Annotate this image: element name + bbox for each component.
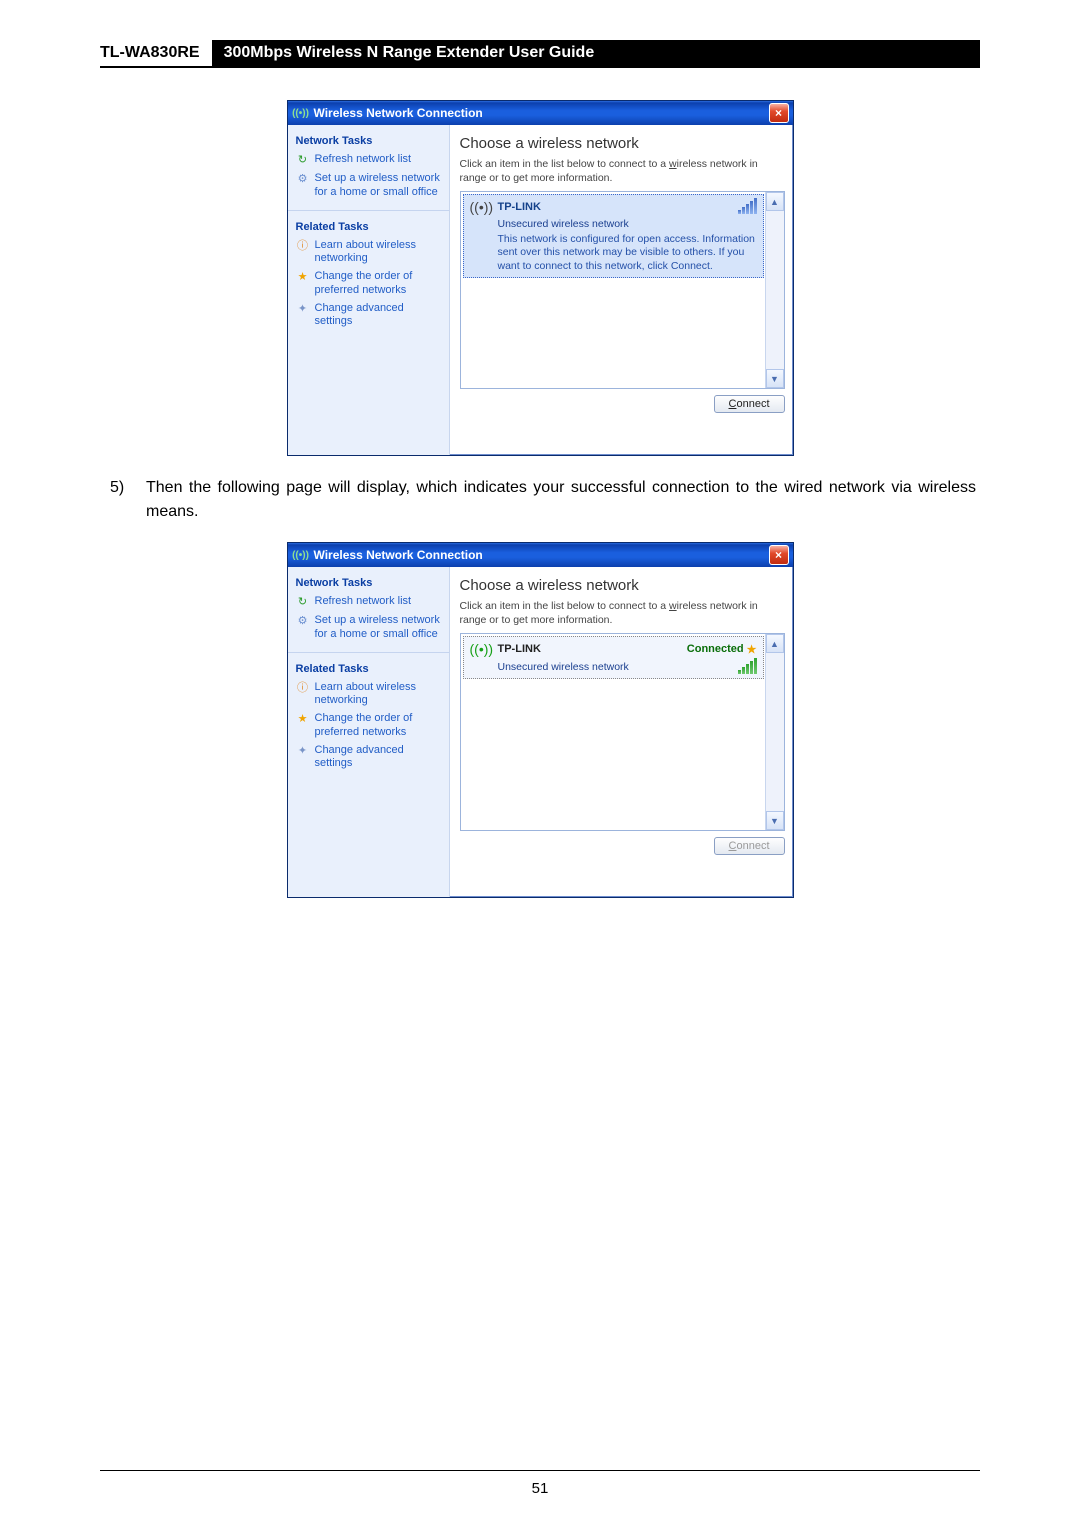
scroll-down-icon[interactable]: ▼ [766, 811, 784, 830]
choose-heading: Choose a wireless network [460, 577, 785, 594]
advanced-link[interactable]: ✦ Change advanced settings [296, 302, 441, 330]
network-tasks-heading: Network Tasks [296, 577, 441, 589]
signal-bars-icon [738, 200, 757, 214]
network-list: ((•)) TP-LINK Connected★ Unsecured wirel… [460, 633, 785, 831]
advanced-link[interactable]: ✦ Change advanced settings [296, 744, 441, 772]
wireless-window-2: ((•)) Wireless Network Connection × Netw… [287, 542, 794, 898]
choose-sub: Click an item in the list below to conne… [460, 158, 785, 185]
scrollbar[interactable]: ▲ ▼ [765, 634, 784, 830]
scroll-up-icon[interactable]: ▲ [766, 634, 784, 653]
network-open-info: This network is configured for open acce… [498, 233, 757, 272]
header-rule [100, 66, 980, 68]
related-tasks-heading: Related Tasks [296, 221, 441, 233]
advanced-label: Change advanced settings [315, 302, 441, 330]
sidebar: Network Tasks ↻ Refresh network list ⚙ S… [288, 125, 450, 455]
star-icon: ★ [296, 713, 310, 727]
choose-heading: Choose a wireless network [460, 135, 785, 152]
network-list: ((•)) TP-LINK Unsecured wireless network… [460, 191, 785, 389]
choose-sub: Click an item in the list below to conne… [460, 600, 785, 627]
window-title: Wireless Network Connection [314, 548, 769, 562]
wireless-titlebar-icon: ((•)) [294, 548, 308, 562]
network-security: Unsecured wireless network [498, 661, 629, 673]
antenna-icon: ((•)) [470, 641, 494, 657]
order-link[interactable]: ★ Change the order of preferred networks [296, 270, 441, 298]
step-5: 5) Then the following page will display,… [110, 476, 976, 524]
learn-link[interactable]: ⓘ Learn about wireless networking [296, 239, 441, 267]
connect-button[interactable]: Connect [714, 837, 785, 855]
favorite-star-icon: ★ [747, 643, 757, 656]
network-item-tplink[interactable]: ((•)) TP-LINK Connected★ Unsecured wirel… [463, 636, 764, 679]
doc-title: 300Mbps Wireless N Range Extender User G… [212, 40, 980, 66]
wireless-titlebar-icon: ((•)) [294, 106, 308, 120]
info-icon: ⓘ [296, 682, 310, 696]
setup-label: Set up a wireless network for a home or … [315, 172, 441, 200]
learn-label: Learn about wireless networking [315, 239, 441, 267]
setup-label: Set up a wireless network for a home or … [315, 614, 441, 642]
refresh-label: Refresh network list [315, 153, 412, 167]
doc-header: TL-WA830RE 300Mbps Wireless N Range Exte… [100, 40, 980, 66]
titlebar[interactable]: ((•)) Wireless Network Connection × [288, 101, 793, 125]
scrollbar[interactable]: ▲ ▼ [765, 192, 784, 388]
setup-icon: ⚙ [296, 173, 310, 187]
close-icon[interactable]: × [769, 545, 789, 565]
network-tasks-heading: Network Tasks [296, 135, 441, 147]
scroll-up-icon[interactable]: ▲ [766, 192, 784, 211]
gear-icon: ✦ [296, 745, 310, 759]
close-icon[interactable]: × [769, 103, 789, 123]
network-name: TP-LINK [498, 643, 541, 655]
titlebar[interactable]: ((•)) Wireless Network Connection × [288, 543, 793, 567]
refresh-link[interactable]: ↻ Refresh network list [296, 595, 441, 610]
step-number: 5) [110, 476, 146, 524]
doc-model: TL-WA830RE [100, 40, 212, 66]
footer-rule [100, 1470, 980, 1471]
related-tasks-heading: Related Tasks [296, 663, 441, 675]
gear-icon: ✦ [296, 303, 310, 317]
connected-badge: Connected★ [687, 643, 757, 656]
refresh-icon: ↻ [296, 596, 310, 610]
task-divider [288, 652, 449, 653]
network-item-tplink[interactable]: ((•)) TP-LINK Unsecured wireless network… [463, 194, 764, 277]
scroll-down-icon[interactable]: ▼ [766, 369, 784, 388]
info-icon: ⓘ [296, 240, 310, 254]
connect-button[interactable]: Connect [714, 395, 785, 413]
refresh-link[interactable]: ↻ Refresh network list [296, 153, 441, 168]
wireless-window-1: ((•)) Wireless Network Connection × Netw… [287, 100, 794, 456]
refresh-label: Refresh network list [315, 595, 412, 609]
setup-link[interactable]: ⚙ Set up a wireless network for a home o… [296, 172, 441, 200]
star-icon: ★ [296, 271, 310, 285]
order-link[interactable]: ★ Change the order of preferred networks [296, 712, 441, 740]
advanced-label: Change advanced settings [315, 744, 441, 772]
antenna-icon: ((•)) [470, 199, 494, 215]
learn-label: Learn about wireless networking [315, 681, 441, 709]
sidebar: Network Tasks ↻ Refresh network list ⚙ S… [288, 567, 450, 897]
network-security: Unsecured wireless network [498, 218, 757, 230]
setup-icon: ⚙ [296, 615, 310, 629]
setup-link[interactable]: ⚙ Set up a wireless network for a home o… [296, 614, 441, 642]
order-label: Change the order of preferred networks [315, 270, 441, 298]
task-divider [288, 210, 449, 211]
learn-link[interactable]: ⓘ Learn about wireless networking [296, 681, 441, 709]
order-label: Change the order of preferred networks [315, 712, 441, 740]
signal-bars-icon [738, 660, 757, 674]
refresh-icon: ↻ [296, 154, 310, 168]
window-title: Wireless Network Connection [314, 106, 769, 120]
page-number: 51 [0, 1480, 1080, 1497]
step-text: Then the following page will display, wh… [146, 476, 976, 524]
network-name: TP-LINK [498, 201, 541, 213]
